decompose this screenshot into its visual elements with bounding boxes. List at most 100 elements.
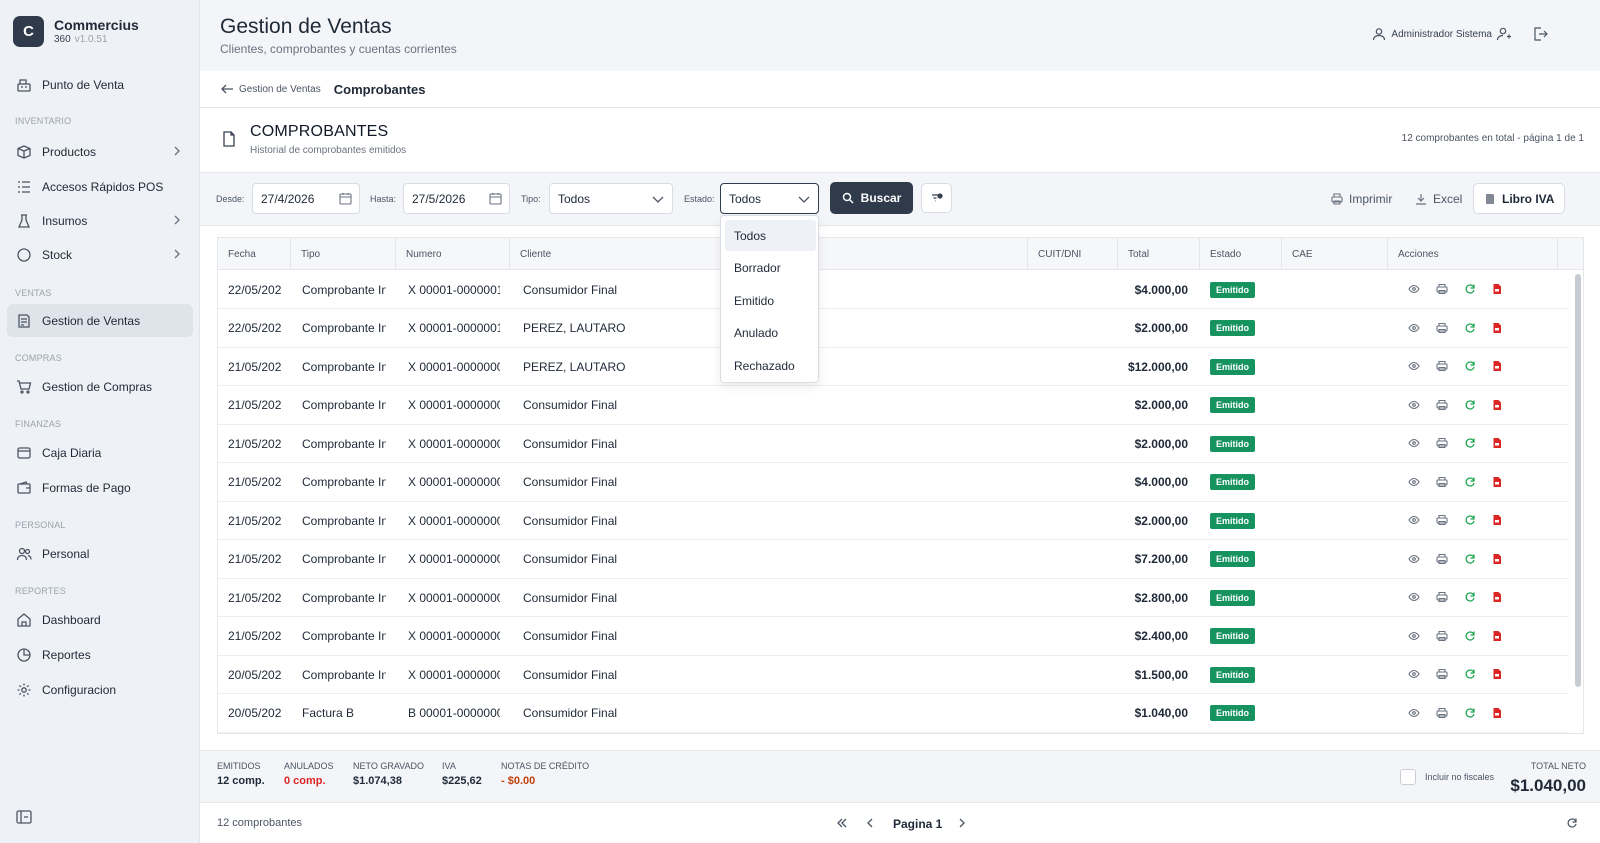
column-header[interactable]: CUIT/DNI: [1028, 238, 1118, 270]
column-header[interactable]: Numero: [396, 238, 510, 270]
view-icon[interactable]: [1408, 668, 1420, 680]
print-icon[interactable]: [1436, 591, 1448, 603]
print-icon[interactable]: [1436, 553, 1448, 565]
sidebar-item-formas-pago[interactable]: Formas de Pago: [7, 471, 193, 504]
view-icon[interactable]: [1408, 322, 1420, 334]
sidebar-item-gestion-ventas[interactable]: Gestion de Ventas: [7, 304, 193, 337]
calendar-icon[interactable]: [489, 192, 502, 205]
table-row[interactable]: 21/05/202 Comprobante In X 00001-0000000 Co…: [218, 540, 1568, 579]
refresh-icon[interactable]: [1464, 707, 1476, 719]
pdf-icon[interactable]: [1491, 668, 1503, 680]
refresh-icon[interactable]: [1464, 553, 1476, 565]
pdf-icon[interactable]: [1491, 630, 1503, 642]
refresh-icon[interactable]: [1464, 283, 1476, 295]
sidebar-item-productos[interactable]: Productos: [7, 135, 193, 168]
sidebar-item-stock[interactable]: Stock: [7, 238, 193, 271]
pdf-icon[interactable]: [1491, 399, 1503, 411]
table-row[interactable]: 21/05/202 Comprobante In X 00001-0000000 Co…: [218, 386, 1568, 425]
print-icon[interactable]: [1436, 668, 1448, 680]
print-icon[interactable]: [1436, 476, 1448, 488]
libro-iva-button[interactable]: Libro IVA: [1473, 183, 1566, 214]
pdf-icon[interactable]: [1491, 707, 1503, 719]
estado-select[interactable]: Todos: [720, 183, 819, 214]
print-icon[interactable]: [1436, 630, 1448, 642]
sidebar-item-caja-diaria[interactable]: Caja Diaria: [7, 436, 193, 469]
column-header[interactable]: Fecha: [218, 238, 291, 270]
dropdown-option[interactable]: Rechazado: [725, 350, 816, 381]
dropdown-option[interactable]: Emitido: [725, 285, 816, 316]
pdf-icon[interactable]: [1491, 437, 1503, 449]
sidebar-item-punto-de-venta[interactable]: Punto de Venta: [7, 68, 193, 101]
table-row[interactable]: 21/05/202 Comprobante In X 00001-0000000 Co…: [218, 424, 1568, 463]
refresh-icon[interactable]: [1464, 630, 1476, 642]
table-scrollbar[interactable]: [1575, 274, 1581, 687]
column-header[interactable]: Acciones: [1388, 238, 1558, 270]
hasta-date-input[interactable]: 27/5/2026: [403, 183, 510, 214]
column-header[interactable]: Total: [1118, 238, 1200, 270]
first-page-icon[interactable]: [836, 817, 848, 829]
pdf-icon[interactable]: [1491, 553, 1503, 565]
incluir-no-fiscales-checkbox[interactable]: [1400, 769, 1416, 785]
refresh-icon[interactable]: [1464, 476, 1476, 488]
excel-button[interactable]: Excel: [1415, 183, 1462, 214]
pdf-icon[interactable]: [1491, 514, 1503, 526]
print-icon[interactable]: [1436, 437, 1448, 449]
table-row[interactable]: 21/05/202 Comprobante In X 00001-0000000 Co…: [218, 501, 1568, 540]
refresh-icon[interactable]: [1464, 437, 1476, 449]
print-icon[interactable]: [1436, 707, 1448, 719]
sidebar-item-personal[interactable]: Personal: [7, 537, 193, 570]
table-row[interactable]: 21/05/202 Comprobante In X 00001-0000000 Co…: [218, 578, 1568, 617]
refresh-icon[interactable]: [1464, 591, 1476, 603]
calendar-icon[interactable]: [339, 192, 352, 205]
search-button[interactable]: Buscar: [830, 182, 913, 214]
view-icon[interactable]: [1408, 399, 1420, 411]
view-icon[interactable]: [1408, 514, 1420, 526]
table-row[interactable]: 21/05/202 Comprobante In X 00001-0000000 Co…: [218, 463, 1568, 502]
clear-filters-button[interactable]: [921, 183, 952, 213]
refresh-icon[interactable]: [1464, 360, 1476, 372]
sidebar-item-reportes[interactable]: Reportes: [7, 638, 193, 671]
print-icon[interactable]: [1436, 283, 1448, 295]
view-icon[interactable]: [1408, 437, 1420, 449]
pdf-icon[interactable]: [1491, 476, 1503, 488]
sidebar-collapse-icon[interactable]: [16, 810, 32, 824]
dropdown-option[interactable]: Todos: [725, 220, 816, 251]
view-icon[interactable]: [1408, 591, 1420, 603]
pdf-icon[interactable]: [1491, 322, 1503, 334]
pdf-icon[interactable]: [1491, 360, 1503, 372]
column-header[interactable]: CAE: [1282, 238, 1388, 270]
refresh-icon[interactable]: [1464, 322, 1476, 334]
pdf-icon[interactable]: [1491, 283, 1503, 295]
next-page-icon[interactable]: [956, 817, 968, 829]
refresh-icon[interactable]: [1464, 514, 1476, 526]
table-row[interactable]: 21/05/202 Comprobante In X 00001-0000000 Co…: [218, 617, 1568, 656]
tipo-select[interactable]: Todos: [549, 183, 673, 214]
sidebar-item-accesos-rapidos[interactable]: Accesos Rápidos POS: [7, 170, 193, 203]
refresh-icon[interactable]: [1464, 399, 1476, 411]
refresh-icon[interactable]: [1566, 817, 1578, 829]
pdf-icon[interactable]: [1491, 591, 1503, 603]
print-icon[interactable]: [1436, 322, 1448, 334]
sidebar-item-insumos[interactable]: Insumos: [7, 204, 193, 237]
dropdown-option[interactable]: Anulado: [725, 318, 816, 349]
sidebar-item-gestion-compras[interactable]: Gestion de Compras: [7, 370, 193, 403]
brand[interactable]: C Commercius 360 v1.0.51: [13, 16, 139, 47]
view-icon[interactable]: [1408, 630, 1420, 642]
logout-icon[interactable]: [1532, 26, 1548, 42]
desde-date-input[interactable]: 27/4/2026: [252, 183, 360, 214]
print-button[interactable]: Imprimir: [1331, 183, 1392, 214]
breadcrumb-parent[interactable]: Gestion de Ventas: [239, 84, 321, 95]
table-row[interactable]: 21/05/202 Comprobante In X 00001-0000000 PE…: [218, 347, 1568, 386]
view-icon[interactable]: [1408, 360, 1420, 372]
view-icon[interactable]: [1408, 283, 1420, 295]
print-icon[interactable]: [1436, 399, 1448, 411]
user-settings-icon[interactable]: [1496, 26, 1512, 42]
view-icon[interactable]: [1408, 707, 1420, 719]
dropdown-option[interactable]: Borrador: [725, 253, 816, 284]
table-row[interactable]: 22/05/202 Comprobante In X 00001-0000001(P…: [218, 309, 1568, 348]
column-header[interactable]: Estado: [1200, 238, 1282, 270]
table-row[interactable]: 20/05/202 Factura B B 00001-0000000 Consumi…: [218, 694, 1568, 733]
sidebar-item-configuracion[interactable]: Configuracion: [7, 673, 193, 706]
table-row[interactable]: 20/05/202 Comprobante In X 00001-0000000 Co…: [218, 655, 1568, 694]
print-icon[interactable]: [1436, 514, 1448, 526]
